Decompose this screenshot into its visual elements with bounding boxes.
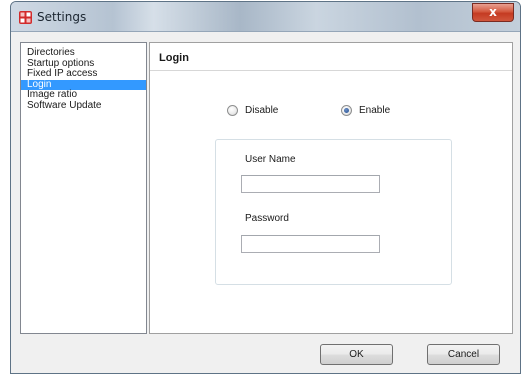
credentials-group: User Name Password [215,139,452,285]
sidebar-item-directories[interactable]: Directories [21,47,146,59]
settings-category-list[interactable]: Directories Startup options Fixed IP acc… [20,42,147,334]
enable-radio-label: Enable [359,104,391,116]
username-label: User Name [245,154,296,165]
login-settings-panel: Login Disable Enable User Name Password [149,42,513,334]
panel-header: Login [150,43,512,71]
username-input[interactable] [241,175,380,193]
sidebar-item-image-ratio[interactable]: Image ratio [21,89,146,101]
disable-radio-label: Disable [245,104,279,116]
radio-unchecked-icon [227,104,238,116]
settings-window: Settings x Directories Startup options F… [10,1,521,374]
panel-title: Login [159,52,189,64]
radio-checked-icon [341,104,352,116]
enable-radio[interactable]: Enable [341,103,390,117]
disable-radio[interactable]: Disable [227,103,278,117]
close-button[interactable]: x [472,3,514,22]
password-input[interactable] [241,235,380,253]
sidebar-item-fixed-ip-access[interactable]: Fixed IP access [21,68,146,80]
close-icon: x [489,5,497,19]
ok-button[interactable]: OK [320,344,393,365]
settings-app-icon [19,11,32,24]
title-bar[interactable]: Settings x [11,2,520,32]
cancel-button[interactable]: Cancel [427,344,500,365]
password-label: Password [245,213,289,224]
window-title: Settings [37,10,87,24]
sidebar-item-software-update[interactable]: Software Update [21,100,146,112]
